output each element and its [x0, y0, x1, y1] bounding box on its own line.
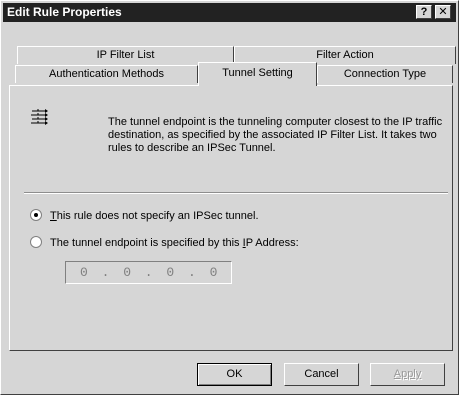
- title-bar: Edit Rule Properties ? ✕: [3, 3, 456, 22]
- cancel-button[interactable]: Cancel: [284, 363, 359, 386]
- tab-tunnel-setting[interactable]: Tunnel Setting: [198, 62, 317, 86]
- edit-rule-properties-dialog: Edit Rule Properties ? ✕ IP Filter List …: [0, 0, 459, 395]
- ok-button[interactable]: OK: [197, 363, 272, 386]
- tab-connection-type[interactable]: Connection Type: [317, 65, 453, 83]
- tab-label: Connection Type: [343, 68, 427, 80]
- apply-button: Apply: [370, 363, 445, 386]
- ip-address-field[interactable]: 0 . 0 . 0 . 0: [65, 261, 232, 284]
- tunnel-lines-icon: [31, 109, 48, 125]
- radio-tunnel-endpoint[interactable]: [30, 236, 42, 248]
- help-icon[interactable]: ?: [416, 5, 432, 19]
- tunnel-endpoint-option[interactable]: The tunnel endpoint is specified by this…: [30, 236, 299, 250]
- endpoint-label-after: P Address:: [245, 237, 299, 249]
- no-tunnel-label: his rule does not specify an IPSec tunne…: [56, 210, 259, 222]
- tab-authentication-methods[interactable]: Authentication Methods: [15, 65, 198, 83]
- tab-label: Authentication Methods: [49, 68, 164, 80]
- tab-label: Tunnel Setting: [222, 67, 293, 79]
- endpoint-label-before: The tunnel endpoint is specified by this: [50, 237, 243, 249]
- apply-label: Apply: [393, 368, 422, 380]
- no-tunnel-option[interactable]: This rule does not specify an IPSec tunn…: [30, 209, 259, 223]
- tunnel-setting-panel: The tunnel endpoint is the tunneling com…: [9, 85, 453, 351]
- divider: [24, 192, 448, 194]
- tab-label: IP Filter List: [96, 49, 155, 61]
- close-icon[interactable]: ✕: [435, 5, 451, 19]
- mnemonic-t: T: [50, 210, 57, 222]
- description-text: The tunnel endpoint is the tunneling com…: [108, 116, 443, 154]
- radio-no-tunnel[interactable]: [30, 209, 42, 221]
- window-title: Edit Rule Properties: [7, 5, 122, 19]
- tab-label: Filter Action: [316, 49, 374, 61]
